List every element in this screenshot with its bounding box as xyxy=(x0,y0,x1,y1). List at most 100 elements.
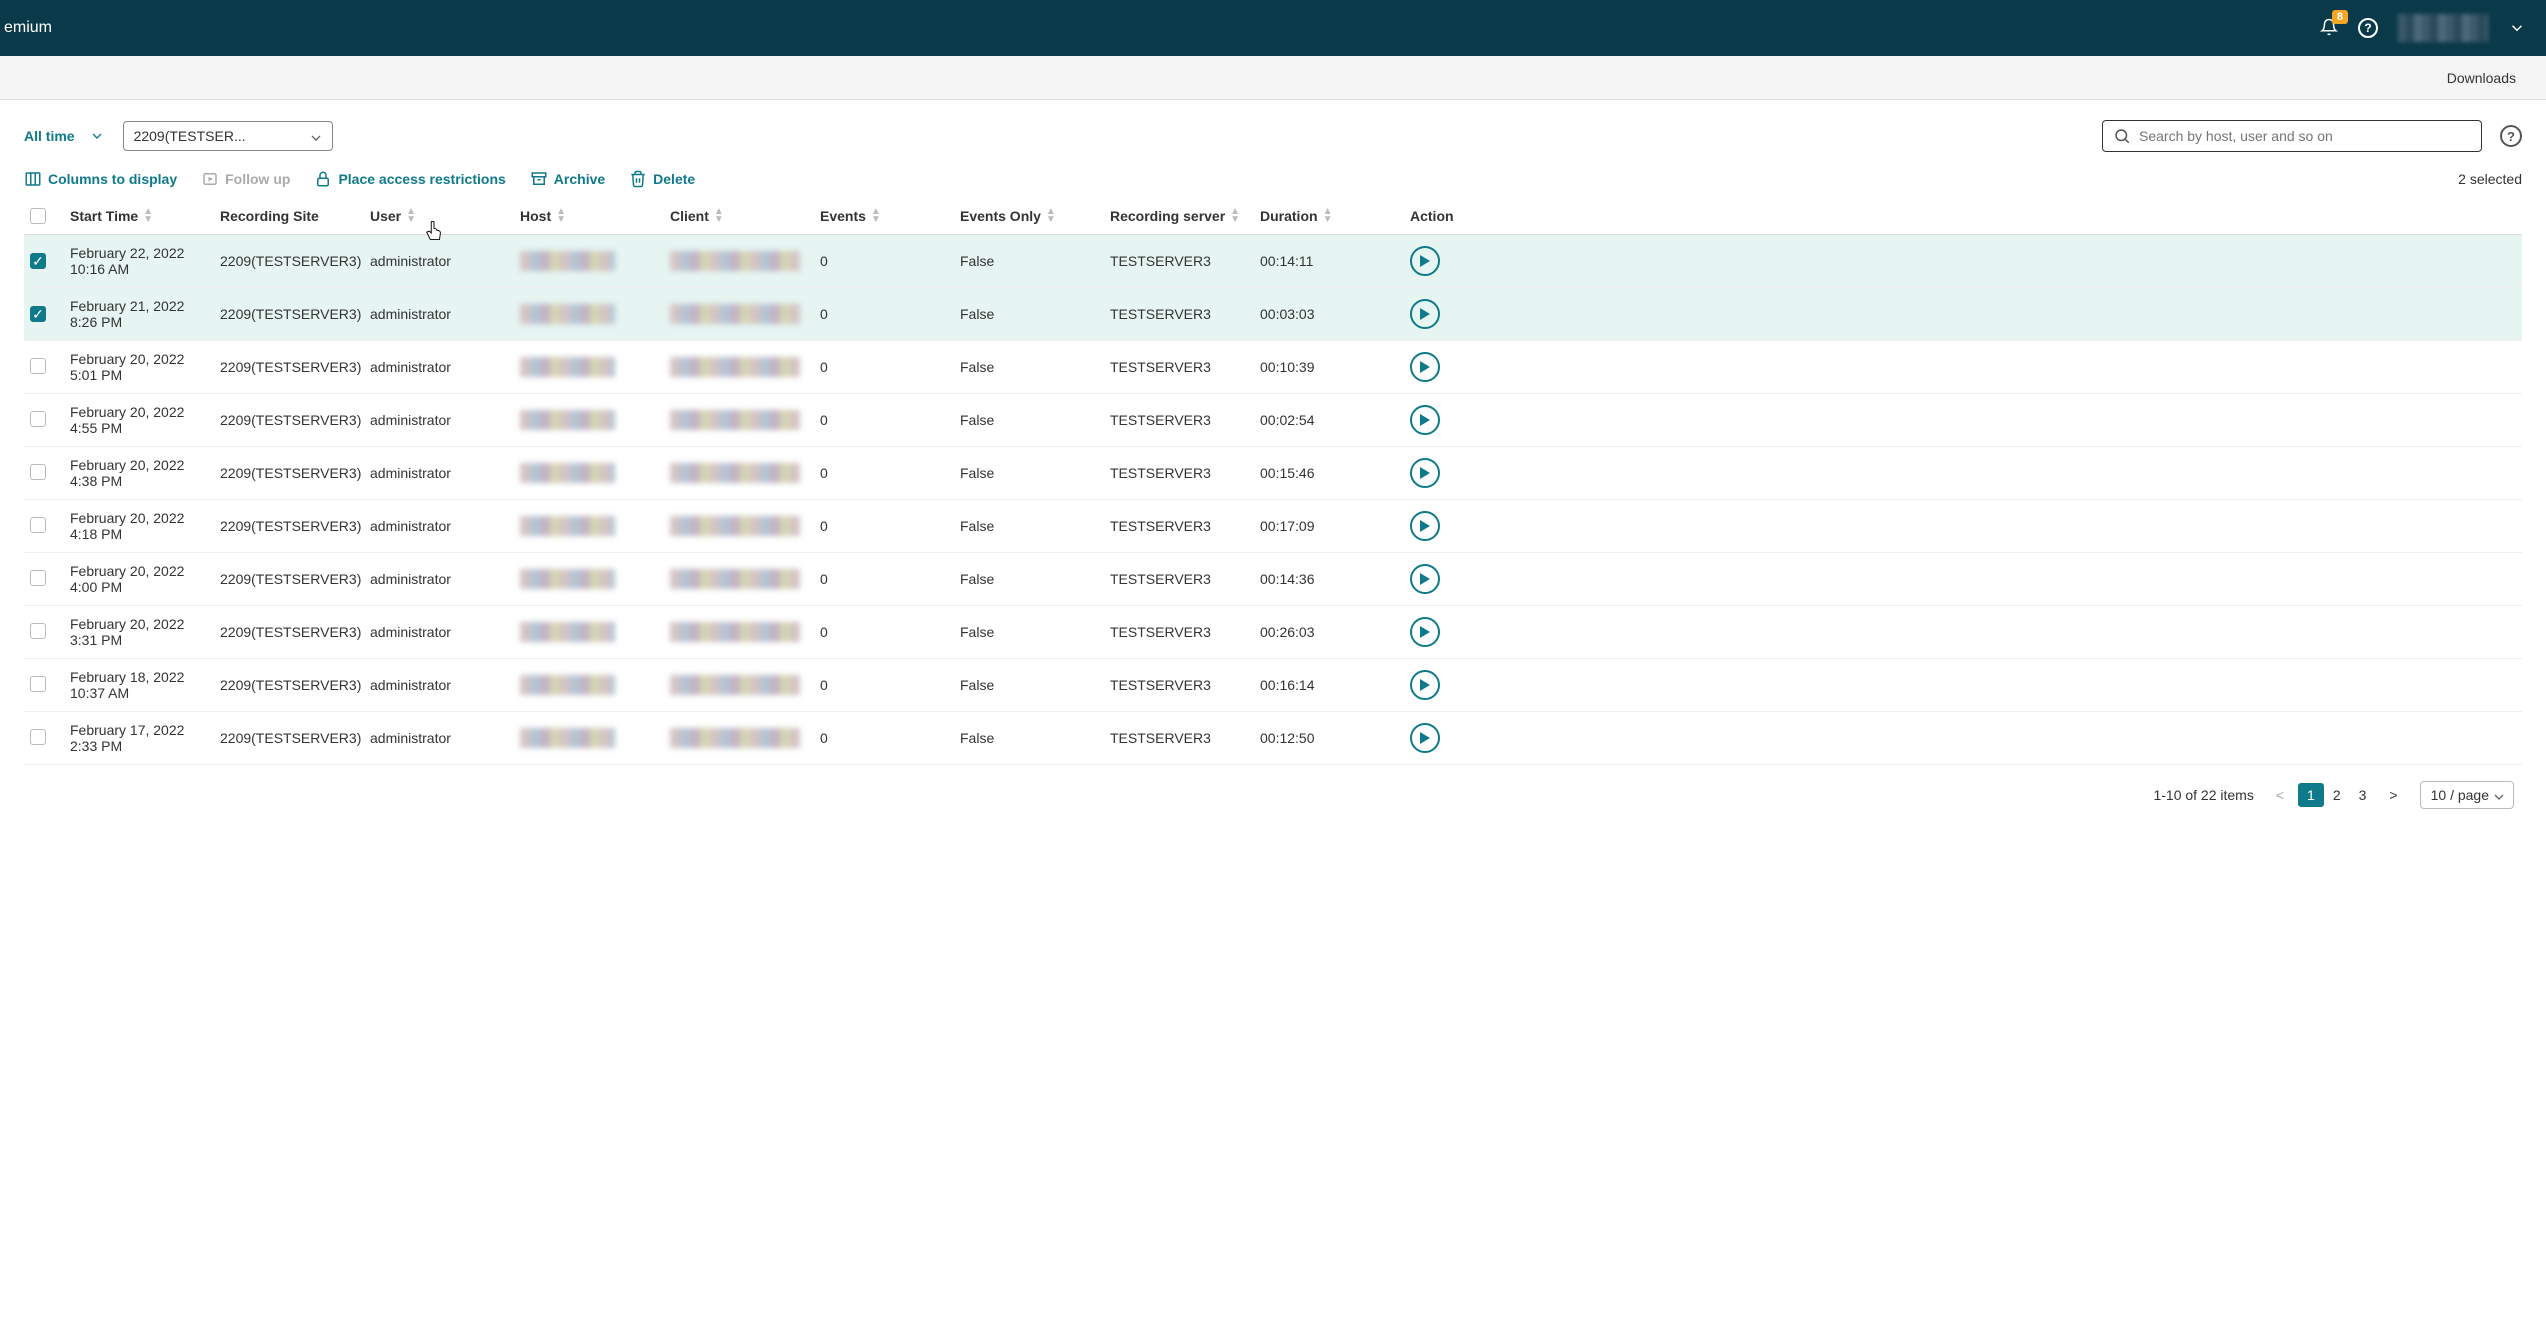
cell-host xyxy=(520,569,670,589)
play-button[interactable] xyxy=(1410,564,1440,594)
archive-icon xyxy=(530,170,548,188)
product-title: emium xyxy=(0,19,52,37)
cell-start-time: February 20, 20224:00 PM xyxy=(70,563,220,595)
trash-icon xyxy=(629,170,647,188)
table-header-row: Start Time▲▼ Recording Site User▲▼ Host▲… xyxy=(24,198,2522,235)
select-all-checkbox[interactable] xyxy=(30,208,46,224)
place-restrictions-button[interactable]: Place access restrictions xyxy=(314,170,505,188)
row-checkbox[interactable]: ✓ xyxy=(30,253,46,269)
cell-recording-site: 2209(TESTSERVER3) xyxy=(220,677,370,693)
col-events[interactable]: Events▲▼ xyxy=(820,208,960,224)
help-button[interactable]: ? xyxy=(2358,18,2378,38)
row-checkbox[interactable] xyxy=(30,358,46,374)
content: All time 2209(TESTSER... ? Columns to di… xyxy=(0,100,2546,845)
table-row[interactable]: February 20, 20224:18 PM 2209(TESTSERVER… xyxy=(24,500,2522,553)
play-icon xyxy=(1419,413,1431,427)
cell-events: 0 xyxy=(820,412,960,428)
delete-button[interactable]: Delete xyxy=(629,170,695,188)
play-icon xyxy=(1419,360,1431,374)
downloads-link[interactable]: Downloads xyxy=(2447,70,2516,86)
columns-label: Columns to display xyxy=(48,171,177,187)
play-button[interactable] xyxy=(1410,617,1440,647)
context-help-button[interactable]: ? xyxy=(2500,125,2522,147)
table-row[interactable]: ✓ February 21, 20228:26 PM 2209(TESTSERV… xyxy=(24,288,2522,341)
col-recording-site[interactable]: Recording Site xyxy=(220,208,370,224)
play-button[interactable] xyxy=(1410,352,1440,382)
col-start-time[interactable]: Start Time▲▼ xyxy=(70,208,220,224)
play-button[interactable] xyxy=(1410,246,1440,276)
col-recording-server[interactable]: Recording server▲▼ xyxy=(1110,208,1260,224)
pager: < 123 > xyxy=(2270,785,2404,805)
col-user[interactable]: User▲▼ xyxy=(370,208,520,224)
row-checkbox[interactable] xyxy=(30,464,46,480)
notifications-button[interactable]: 8 xyxy=(2320,18,2338,39)
cell-events-only: False xyxy=(960,677,1110,693)
next-page-button[interactable]: > xyxy=(2383,785,2403,805)
row-checkbox[interactable] xyxy=(30,676,46,692)
table-row[interactable]: February 20, 20224:00 PM 2209(TESTSERVER… xyxy=(24,553,2522,606)
col-events-only[interactable]: Events Only▲▼ xyxy=(960,208,1110,224)
table-row[interactable]: February 20, 20225:01 PM 2209(TESTSERVER… xyxy=(24,341,2522,394)
page-size-select[interactable]: 10 / page xyxy=(2420,781,2514,809)
cell-events-only: False xyxy=(960,624,1110,640)
lock-icon xyxy=(314,170,332,188)
table-row[interactable]: February 20, 20224:38 PM 2209(TESTSERVER… xyxy=(24,447,2522,500)
table-row[interactable]: ✓ February 22, 202210:16 AM 2209(TESTSER… xyxy=(24,235,2522,288)
table-row[interactable]: February 18, 202210:37 AM 2209(TESTSERVE… xyxy=(24,659,2522,712)
play-icon xyxy=(1419,678,1431,692)
cell-action xyxy=(1410,617,1510,647)
archive-label: Archive xyxy=(554,171,605,187)
row-checkbox[interactable]: ✓ xyxy=(30,306,46,322)
row-checkbox[interactable] xyxy=(30,411,46,427)
col-client[interactable]: Client▲▼ xyxy=(670,208,820,224)
row-checkbox[interactable] xyxy=(30,729,46,745)
cell-recording-server: TESTSERVER3 xyxy=(1110,624,1260,640)
cell-start-time: February 20, 20225:01 PM xyxy=(70,351,220,383)
cell-events: 0 xyxy=(820,677,960,693)
notification-badge: 8 xyxy=(2332,10,2348,24)
sort-icon: ▲▼ xyxy=(406,208,416,224)
table-row[interactable]: February 20, 20223:31 PM 2209(TESTSERVER… xyxy=(24,606,2522,659)
chevron-down-icon[interactable] xyxy=(2508,19,2526,37)
cell-recording-server: TESTSERVER3 xyxy=(1110,412,1260,428)
cell-user: administrator xyxy=(370,518,520,534)
play-button[interactable] xyxy=(1410,458,1440,488)
search-box[interactable] xyxy=(2102,120,2482,152)
play-button[interactable] xyxy=(1410,299,1440,329)
cell-recording-site: 2209(TESTSERVER3) xyxy=(220,359,370,375)
play-button[interactable] xyxy=(1410,511,1440,541)
prev-page-button[interactable]: < xyxy=(2270,785,2290,805)
columns-to-display-button[interactable]: Columns to display xyxy=(24,170,177,188)
cell-user: administrator xyxy=(370,253,520,269)
table-row[interactable]: February 17, 20222:33 PM 2209(TESTSERVER… xyxy=(24,712,2522,765)
play-button[interactable] xyxy=(1410,723,1440,753)
cell-start-time: February 18, 202210:37 AM xyxy=(70,669,220,701)
server-select[interactable]: 2209(TESTSER... xyxy=(123,121,333,151)
sort-icon: ▲▼ xyxy=(143,208,153,224)
play-button[interactable] xyxy=(1410,405,1440,435)
search-input[interactable] xyxy=(2139,128,2471,144)
user-menu[interactable] xyxy=(2398,14,2488,42)
cell-start-time: February 17, 20222:33 PM xyxy=(70,722,220,754)
cell-user: administrator xyxy=(370,412,520,428)
row-checkbox[interactable] xyxy=(30,517,46,533)
row-checkbox[interactable] xyxy=(30,623,46,639)
cell-client xyxy=(670,304,820,324)
time-range-filter[interactable]: All time xyxy=(24,128,105,144)
row-checkbox[interactable] xyxy=(30,570,46,586)
table-row[interactable]: February 20, 20224:55 PM 2209(TESTSERVER… xyxy=(24,394,2522,447)
sort-icon: ▲▼ xyxy=(714,208,724,224)
page-number[interactable]: 1 xyxy=(2298,783,2324,807)
page-number[interactable]: 3 xyxy=(2350,783,2376,807)
page-number[interactable]: 2 xyxy=(2324,783,2350,807)
cell-host xyxy=(520,304,670,324)
col-host[interactable]: Host▲▼ xyxy=(520,208,670,224)
cell-user: administrator xyxy=(370,465,520,481)
cell-client xyxy=(670,410,820,430)
archive-button[interactable]: Archive xyxy=(530,170,605,188)
play-button[interactable] xyxy=(1410,670,1440,700)
cell-host xyxy=(520,251,670,271)
cell-events: 0 xyxy=(820,624,960,640)
col-duration[interactable]: Duration▲▼ xyxy=(1260,208,1410,224)
cell-action xyxy=(1410,458,1510,488)
